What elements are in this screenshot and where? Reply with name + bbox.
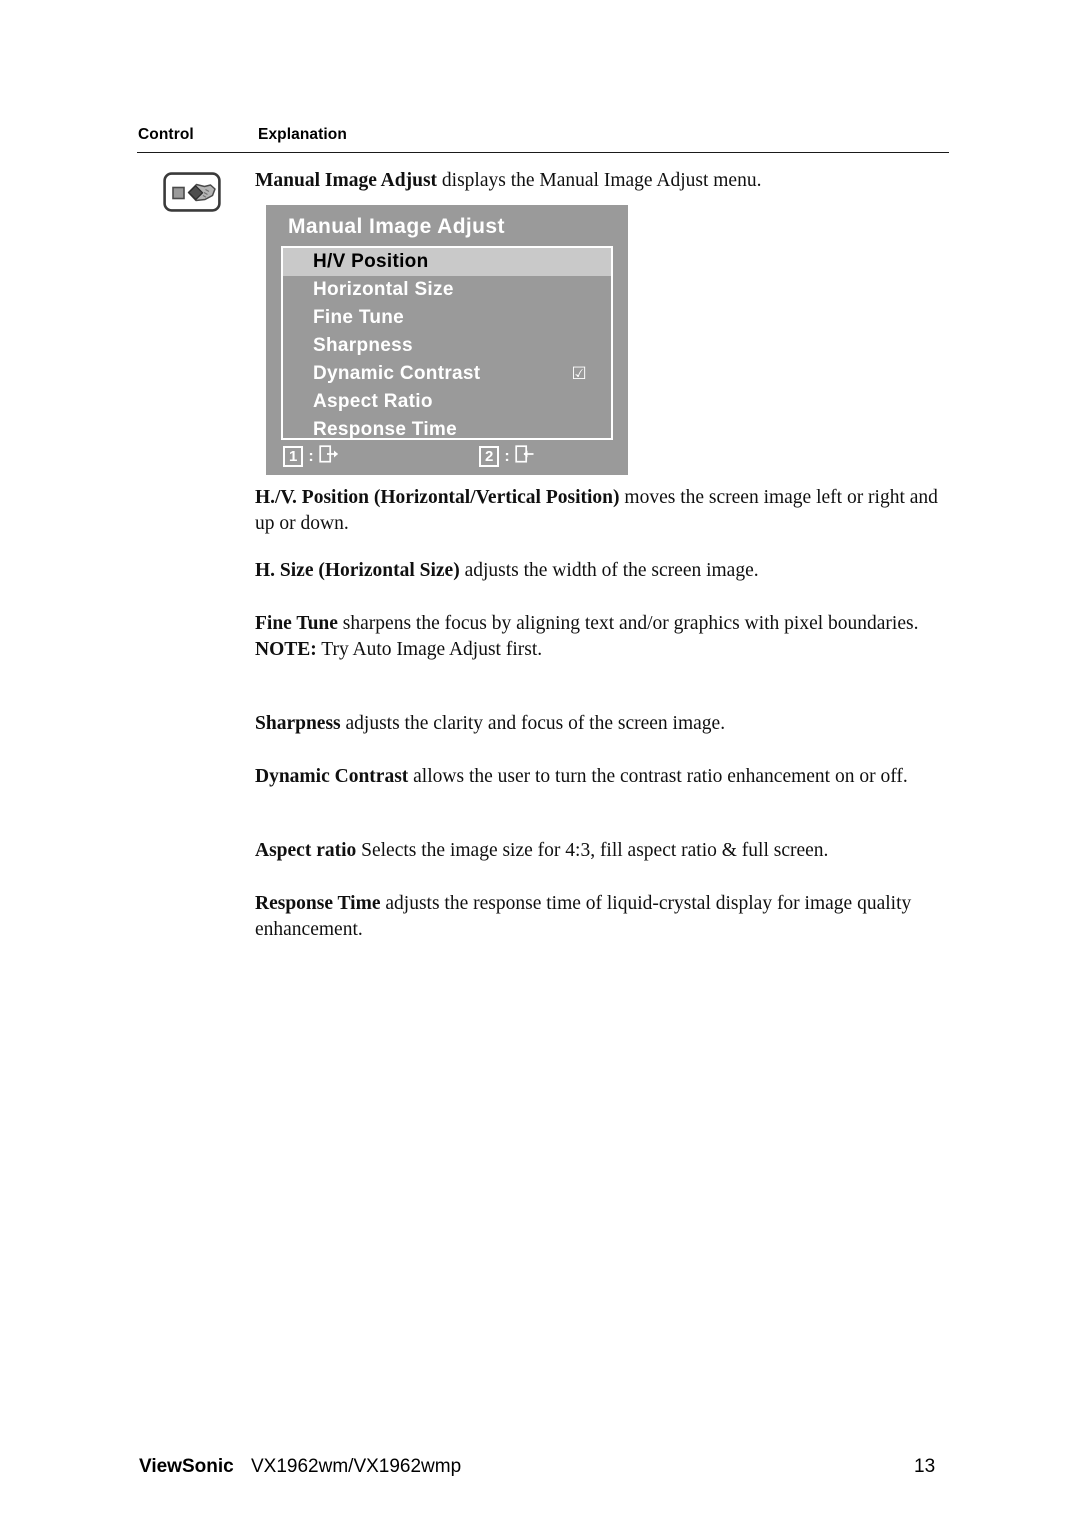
paragraph-body: sharpens the focus by aligning text and/… [337, 613, 919, 634]
osd-item-aspect-ratio[interactable]: Aspect Ratio [283, 388, 611, 416]
osd-item-label: Horizontal Size [313, 279, 454, 300]
paragraph-note-lead: NOTE: [255, 638, 317, 660]
manual-image-adjust-icon [163, 172, 221, 212]
osd-item-hv-position[interactable]: H/V Position [283, 248, 611, 276]
osd-item-label: Sharpness [313, 335, 413, 356]
osd-item-label: Dynamic Contrast [313, 363, 481, 384]
column-header-explanation: Explanation [258, 126, 347, 143]
osd-key-separator: : [308, 447, 314, 465]
osd-item-label: Response Time [313, 419, 457, 440]
paragraph-response-time: Response Time adjusts the response time … [255, 891, 945, 942]
paragraph-body: displays the Manual Image Adjust menu. [437, 170, 762, 191]
paragraph-lead: H./V. Position (Horizontal/Vertical Posi… [255, 487, 620, 508]
osd-footer-hint-1: 1 : [283, 445, 339, 468]
paragraph-body: allows the user to turn the contrast rat… [408, 766, 908, 787]
osd-item-label: Aspect Ratio [313, 391, 433, 412]
paragraph-lead: Manual Image Adjust [255, 170, 438, 191]
paragraph-lead: Aspect ratio [255, 840, 357, 861]
osd-menu-graphic: Manual Image Adjust H/V Position Horizon… [266, 205, 628, 475]
osd-key-2: 2 [479, 446, 500, 467]
osd-item-list: H/V Position Horizontal Size Fine Tune S… [281, 246, 613, 440]
osd-footer-hint-2: 2 : [479, 445, 535, 468]
enter-left-icon [515, 445, 535, 468]
exit-right-icon [319, 445, 339, 468]
footer-model: VX1962wm/VX1962wmp [251, 1456, 462, 1477]
paragraph-lead: H. Size (Horizontal Size) [255, 560, 460, 581]
paragraph-note-body: Try Auto Image Adjust first. [316, 638, 543, 660]
paragraph-hv-position: H./V. Position (Horizontal/Vertical Posi… [255, 485, 955, 536]
osd-item-label: Fine Tune [313, 307, 405, 328]
paragraph-fine-tune: Fine Tune sharpens the focus by aligning… [255, 611, 945, 662]
osd-key-separator: : [504, 447, 510, 465]
paragraph-sharpness: Sharpness adjusts the clarity and focus … [255, 711, 955, 737]
column-header-control: Control [138, 126, 194, 143]
osd-item-dynamic-contrast[interactable]: Dynamic Contrast ☑ [283, 360, 611, 388]
footer-brand: ViewSonic [139, 1456, 234, 1477]
osd-item-fine-tune[interactable]: Fine Tune [283, 304, 611, 332]
osd-key-1: 1 [283, 446, 304, 467]
checkbox-checked-icon[interactable]: ☑ [571, 360, 587, 388]
paragraph-lead: Sharpness [255, 713, 341, 734]
page-number: 13 [914, 1456, 936, 1477]
paragraph-h-size: H. Size (Horizontal Size) adjusts the wi… [255, 558, 955, 584]
osd-item-sharpness[interactable]: Sharpness [283, 332, 611, 360]
paragraph-aspect-ratio: Aspect ratio Selects the image size for … [255, 838, 955, 864]
paragraph-body: Selects the image size for 4:3, fill asp… [356, 840, 829, 861]
paragraph-manual-image-adjust: Manual Image Adjust displays the Manual … [255, 168, 945, 194]
osd-item-horizontal-size[interactable]: Horizontal Size [283, 276, 611, 304]
osd-title: Manual Image Adjust [288, 215, 505, 238]
paragraph-dynamic-contrast: Dynamic Contrast allows the user to turn… [255, 764, 957, 790]
paragraph-lead: Response Time [255, 893, 381, 914]
header-divider [137, 152, 949, 153]
osd-item-response-time[interactable]: Response Time [283, 416, 611, 440]
paragraph-lead: Fine Tune [255, 613, 338, 634]
osd-item-label: H/V Position [313, 251, 429, 272]
paragraph-body: adjusts the width of the screen image. [459, 560, 759, 581]
paragraph-lead: Dynamic Contrast [255, 766, 409, 787]
paragraph-body: adjusts the clarity and focus of the scr… [340, 713, 726, 734]
